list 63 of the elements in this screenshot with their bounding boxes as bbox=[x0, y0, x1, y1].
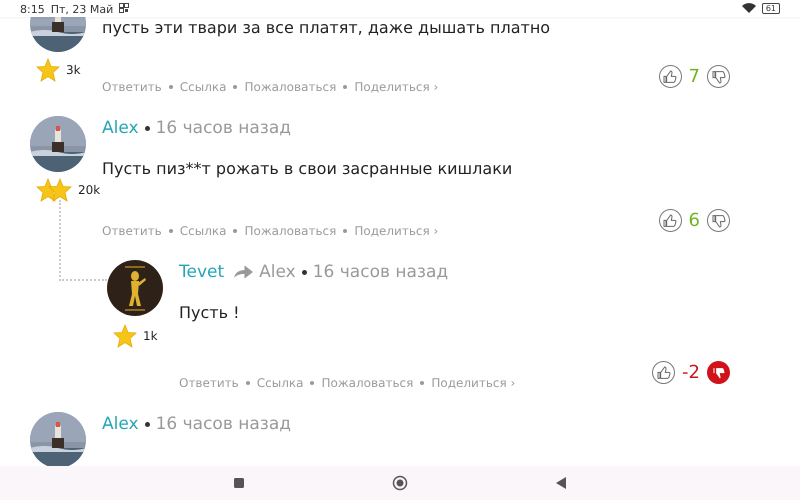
action-link[interactable]: Поделиться › bbox=[354, 224, 438, 238]
star-badge-icon bbox=[36, 178, 72, 202]
separator-dot bbox=[343, 85, 348, 89]
action-link[interactable]: Пожаловаться bbox=[321, 376, 414, 390]
action-link[interactable]: Ссылка bbox=[180, 80, 226, 94]
separator-dot bbox=[246, 381, 250, 385]
separator-dot bbox=[168, 85, 173, 89]
user-rating: 20k bbox=[78, 183, 100, 197]
dislike-button[interactable] bbox=[707, 209, 730, 232]
action-link[interactable]: Ссылка bbox=[256, 376, 304, 390]
action-link[interactable]: Поделиться › bbox=[354, 80, 438, 94]
thumbs-down-icon bbox=[710, 212, 726, 228]
thumbs-up-icon bbox=[656, 364, 672, 380]
home-icon[interactable] bbox=[392, 475, 408, 491]
comment-text: Пусть пиз**т рожать в свои засранные кишлаки bbox=[102, 158, 514, 180]
separator-dot bbox=[233, 229, 238, 233]
action-link[interactable]: Ответить bbox=[179, 376, 239, 390]
separator-dot bbox=[420, 381, 424, 385]
status-date: Пт, 23 Май bbox=[50, 3, 114, 16]
wifi-icon bbox=[742, 3, 756, 13]
comment-time: 16 часов назад bbox=[312, 262, 448, 282]
separator-dot bbox=[310, 381, 314, 385]
action-link[interactable]: Ответить bbox=[102, 224, 162, 238]
separator-dot bbox=[144, 126, 150, 130]
star-badge-icon bbox=[36, 58, 60, 82]
vote-score: 7 bbox=[688, 66, 700, 87]
back-icon[interactable] bbox=[554, 476, 567, 490]
vote-score: 6 bbox=[688, 210, 700, 231]
star-badge-icon bbox=[113, 324, 137, 348]
like-button[interactable] bbox=[658, 209, 682, 232]
author-link[interactable]: Alex bbox=[102, 414, 139, 434]
separator-dot bbox=[144, 422, 150, 426]
thumbs-up-icon bbox=[662, 68, 678, 84]
separator-dot bbox=[168, 229, 173, 233]
comment-time: 16 часов назад bbox=[156, 118, 291, 138]
user-rating: 1k bbox=[143, 329, 158, 343]
action-link[interactable]: Пожаловаться bbox=[244, 224, 336, 238]
comment-text: пусть эти твари за все платят, даже дышать платно bbox=[102, 17, 552, 39]
separator-dot bbox=[233, 85, 238, 89]
user-rating: 3k bbox=[66, 63, 81, 77]
reply-to-link[interactable]: Alex bbox=[259, 262, 296, 282]
notification-icon bbox=[119, 3, 130, 13]
separator-dot bbox=[302, 270, 307, 274]
action-link[interactable]: Ссылка bbox=[180, 224, 226, 238]
like-button[interactable] bbox=[658, 65, 682, 88]
comment-text: Пусть ! bbox=[179, 302, 241, 324]
reply-arrow-icon bbox=[234, 265, 254, 279]
status-time: 8:15 bbox=[20, 3, 45, 16]
battery-icon: 61 bbox=[762, 3, 780, 14]
recent-apps-icon[interactable] bbox=[233, 477, 246, 489]
dislike-button[interactable] bbox=[707, 65, 730, 88]
author-link[interactable]: Alex bbox=[102, 118, 139, 138]
separator-dot bbox=[343, 229, 348, 233]
action-link[interactable]: Поделиться › bbox=[431, 376, 516, 390]
vote-score: -2 bbox=[682, 362, 700, 383]
dislike-button[interactable] bbox=[707, 361, 730, 384]
action-link[interactable]: Пожаловаться bbox=[244, 80, 336, 94]
like-button[interactable] bbox=[652, 361, 676, 384]
action-link[interactable]: Ответить bbox=[102, 80, 162, 94]
thumbs-down-icon bbox=[710, 68, 726, 84]
author-link[interactable]: Tevet bbox=[179, 262, 224, 282]
thumbs-up-icon bbox=[662, 212, 678, 228]
comment-time: 16 часов назад bbox=[156, 414, 291, 434]
